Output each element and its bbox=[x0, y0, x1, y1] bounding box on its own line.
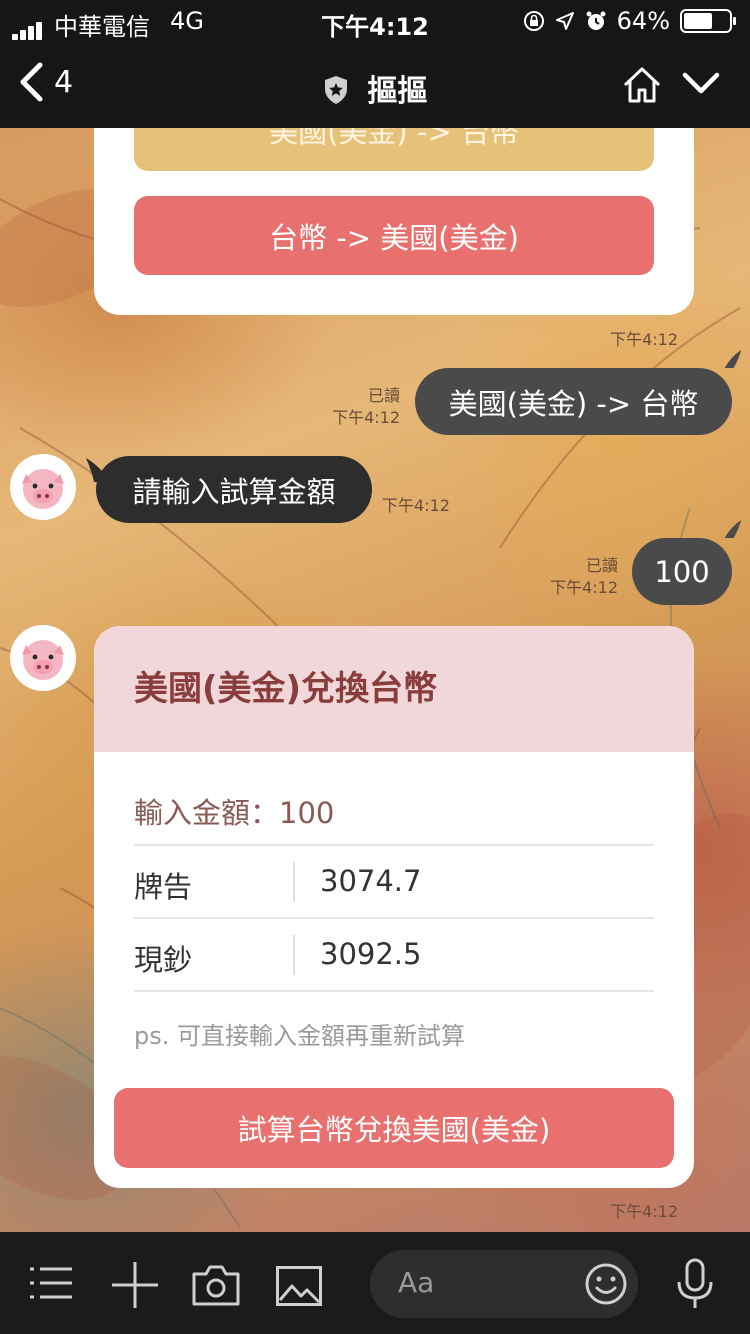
chevron-down-icon bbox=[682, 72, 720, 94]
camera-icon bbox=[192, 1265, 240, 1306]
divider bbox=[134, 990, 654, 992]
home-icon bbox=[623, 67, 661, 103]
user-message-bubble[interactable]: 美國(美金) -> 台幣 bbox=[415, 368, 732, 435]
column-divider bbox=[293, 935, 295, 975]
photo-button[interactable] bbox=[276, 1266, 322, 1310]
pig-face-icon bbox=[22, 640, 64, 680]
chat-title-text: 摳摳 bbox=[367, 74, 428, 109]
bubble-tail bbox=[724, 520, 742, 538]
voice-button[interactable] bbox=[676, 1258, 714, 1314]
message-time: 下午4:12 bbox=[332, 408, 400, 427]
battery-percent: 64% bbox=[616, 7, 670, 35]
menu-dropdown-button[interactable] bbox=[682, 72, 720, 100]
usd-to-twd-option-label: 美國(美金) -> 台幣 bbox=[269, 128, 519, 149]
menu-button[interactable] bbox=[30, 1266, 72, 1304]
menu-list-icon bbox=[30, 1267, 72, 1299]
chat-area[interactable]: 美國(美金) -> 台幣 台幣 -> 美國(美金) 下午4:12 已讀 下午4:… bbox=[0, 128, 750, 1232]
card-note: ps. 可直接輸入金額再重新試算 bbox=[134, 1022, 465, 1050]
message-input[interactable]: Aa bbox=[370, 1250, 638, 1318]
recalculate-button-label: 試算台幣兌換美國(美金) bbox=[237, 1113, 551, 1147]
rotation-lock-icon bbox=[523, 11, 544, 31]
usd-to-twd-option-button[interactable]: 美國(美金) -> 台幣 bbox=[134, 128, 654, 171]
card-title: 美國(美金)兌換台幣 bbox=[94, 626, 694, 752]
cash-rate-label: 現鈔 bbox=[134, 943, 193, 977]
add-button[interactable] bbox=[112, 1262, 158, 1312]
message-input-bar: Aa bbox=[0, 1232, 750, 1334]
exchange-result-card: 美國(美金)兌換台幣 輸入金額：100 牌告 3074.7 現鈔 3092.5 … bbox=[94, 626, 694, 1188]
read-receipt: 已讀 bbox=[367, 386, 400, 405]
read-receipt: 已讀 bbox=[585, 556, 618, 575]
pig-face-icon bbox=[22, 469, 64, 509]
camera-button[interactable] bbox=[192, 1264, 240, 1310]
message-time: 下午4:12 bbox=[610, 330, 678, 349]
battery-icon bbox=[680, 9, 736, 33]
bot-message-bubble[interactable]: 請輸入試算金額 bbox=[96, 456, 372, 523]
location-icon bbox=[555, 12, 574, 30]
alarm-icon bbox=[586, 11, 606, 30]
board-rate-value: 3074.7 bbox=[320, 864, 422, 898]
microphone-icon bbox=[677, 1258, 713, 1308]
input-amount-label: 輸入金額：100 bbox=[134, 796, 335, 830]
bubble-tail bbox=[724, 350, 742, 368]
column-divider bbox=[293, 862, 295, 902]
bot-avatar[interactable] bbox=[10, 625, 76, 691]
status-bar: 中華電信 4G 下午4:12 64% bbox=[0, 0, 750, 42]
user-message-bubble[interactable]: 100 bbox=[632, 538, 732, 605]
home-button[interactable] bbox=[622, 66, 662, 108]
bot-message-text: 請輸入試算金額 bbox=[132, 474, 336, 509]
divider bbox=[134, 917, 654, 919]
plus-icon bbox=[112, 1262, 158, 1308]
chat-header: 4 摳摳 bbox=[0, 42, 750, 128]
divider bbox=[134, 844, 654, 846]
board-rate-label: 牌告 bbox=[134, 870, 193, 904]
message-time: 下午4:12 bbox=[382, 496, 450, 515]
user-message-text: 美國(美金) -> 台幣 bbox=[448, 386, 699, 421]
image-icon bbox=[276, 1266, 322, 1306]
user-message-text: 100 bbox=[654, 554, 710, 589]
recalculate-twd-to-usd-button[interactable]: 試算台幣兌換美國(美金) bbox=[114, 1088, 674, 1168]
currency-options-card: 美國(美金) -> 台幣 台幣 -> 美國(美金) bbox=[94, 128, 694, 315]
status-right: 64% bbox=[523, 7, 736, 35]
emoji-icon[interactable] bbox=[584, 1262, 628, 1306]
message-time: 下午4:12 bbox=[550, 578, 618, 597]
twd-to-usd-option-button[interactable]: 台幣 -> 美國(美金) bbox=[134, 196, 654, 275]
official-account-shield-icon bbox=[323, 75, 349, 113]
twd-to-usd-option-label: 台幣 -> 美國(美金) bbox=[269, 220, 519, 255]
cash-rate-value: 3092.5 bbox=[320, 937, 422, 971]
message-time: 下午4:12 bbox=[610, 1202, 678, 1221]
message-input-placeholder: Aa bbox=[398, 1266, 435, 1299]
bot-avatar[interactable] bbox=[10, 454, 76, 520]
